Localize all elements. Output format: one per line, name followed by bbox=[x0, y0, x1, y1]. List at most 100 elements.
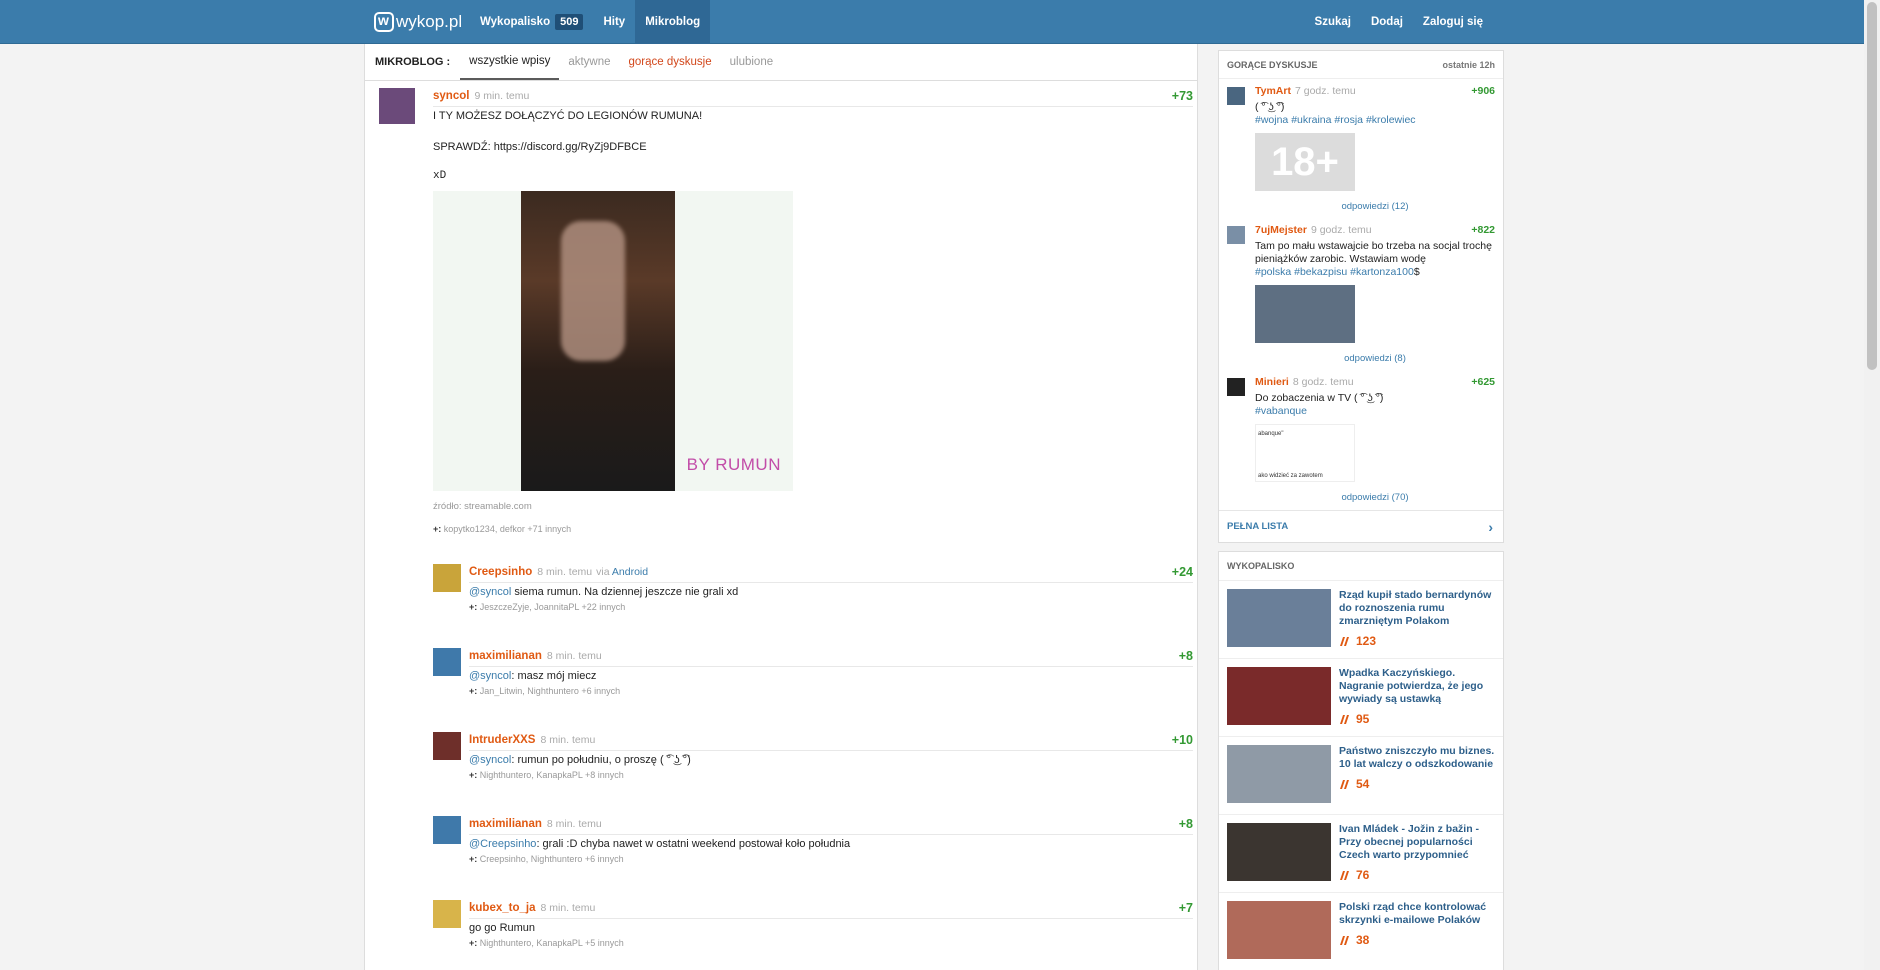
tab-favorites[interactable]: ulubione bbox=[721, 44, 782, 80]
nav-wykopalisko[interactable]: Wykopalisko 509 bbox=[470, 0, 593, 44]
tag-link[interactable]: #rosja bbox=[1334, 114, 1363, 126]
author-name[interactable]: Minieri bbox=[1255, 376, 1289, 388]
wykopalisko-item[interactable]: Państwo zniszczyło mu biznes. 10 lat wal… bbox=[1219, 736, 1503, 814]
item-title[interactable]: Polski rząd chce kontrolować skrzynki e-… bbox=[1339, 901, 1495, 927]
entry-score[interactable]: +73 bbox=[1172, 89, 1193, 103]
item-title[interactable]: Ivan Mládek - Jožin z bažin - Przy obecn… bbox=[1339, 823, 1495, 862]
comment-time[interactable]: 8 min. temu bbox=[547, 818, 602, 830]
tag-link[interactable]: #wojna bbox=[1255, 114, 1288, 126]
author-name[interactable]: maximilianan bbox=[469, 818, 542, 830]
avatar[interactable] bbox=[379, 88, 415, 124]
add-link[interactable]: Dodaj bbox=[1361, 0, 1413, 44]
voters-list[interactable]: Nighthuntero, KanapkaPL +5 innych bbox=[480, 938, 624, 948]
comment-time[interactable]: 8 min. temu bbox=[547, 650, 602, 662]
comment-score[interactable]: +24 bbox=[1172, 565, 1193, 579]
voters-list[interactable]: JeszczeZyje, JoannitaPL +22 innych bbox=[480, 602, 626, 612]
comment-score[interactable]: +8 bbox=[1179, 817, 1193, 831]
replies-link[interactable]: odpowiedzi (12) bbox=[1255, 201, 1495, 212]
author-name[interactable]: kubex_to_ja bbox=[469, 902, 535, 914]
tag-link[interactable]: #kartonza100 bbox=[1350, 266, 1414, 278]
author-name[interactable]: syncol bbox=[433, 90, 469, 102]
comment-author[interactable]: kubex_to_ja 8 min. temu bbox=[469, 902, 595, 914]
voters-list[interactable]: Jan_Litwin, Nighthuntero +6 innych bbox=[480, 686, 620, 696]
wykopalisko-item[interactable]: Polski rząd chce kontrolować skrzynki e-… bbox=[1219, 892, 1503, 970]
item-score[interactable]: +625 bbox=[1471, 376, 1495, 388]
full-list-link[interactable]: PEŁNA LISTA › bbox=[1219, 510, 1503, 542]
login-link[interactable]: Zaloguj się bbox=[1413, 0, 1493, 44]
nav-hity[interactable]: Hity bbox=[593, 0, 635, 44]
search-link[interactable]: Szukaj bbox=[1305, 0, 1361, 44]
avatar[interactable] bbox=[433, 900, 461, 928]
tag-link[interactable]: #ukraina bbox=[1291, 114, 1331, 126]
item-time[interactable]: 8 godz. temu bbox=[1293, 376, 1354, 388]
voters-list[interactable]: Creepsinho, Nighthuntero +6 innych bbox=[480, 854, 624, 864]
tab-all-entries[interactable]: wszystkie wpisy bbox=[460, 44, 560, 80]
dig-count[interactable]: 54 bbox=[1339, 777, 1495, 791]
wykopalisko-item[interactable]: Wpadka Kaczyńskiego. Nagranie potwierdza… bbox=[1219, 658, 1503, 736]
comment-score[interactable]: +10 bbox=[1172, 733, 1193, 747]
comment-time[interactable]: 8 min. temu bbox=[540, 902, 595, 914]
voters-list[interactable]: kopytko1234, defkor +71 innych bbox=[444, 524, 571, 534]
comment-author[interactable]: IntruderXXS 8 min. temu bbox=[469, 734, 595, 746]
entry-author[interactable]: syncol 9 min. temu bbox=[433, 90, 529, 102]
thumbnail[interactable] bbox=[1227, 745, 1331, 803]
dig-count[interactable]: 76 bbox=[1339, 868, 1495, 882]
item-title[interactable]: Rząd kupił stado bernardynów do roznosze… bbox=[1339, 589, 1495, 628]
mention-link[interactable]: @Creepsinho bbox=[469, 838, 536, 850]
tag-link[interactable]: #bekazpisu bbox=[1294, 266, 1347, 278]
item-title[interactable]: Państwo zniszczyło mu biznes. 10 lat wal… bbox=[1339, 745, 1495, 771]
item-title[interactable]: Wpadka Kaczyńskiego. Nagranie potwierdza… bbox=[1339, 667, 1495, 706]
thumbnail[interactable] bbox=[1255, 285, 1355, 343]
item-score[interactable]: +906 bbox=[1471, 85, 1495, 97]
avatar[interactable] bbox=[1227, 226, 1245, 244]
author-name[interactable]: Creepsinho bbox=[469, 566, 532, 578]
comment-score[interactable]: +8 bbox=[1179, 649, 1193, 663]
mention-link[interactable]: @syncol bbox=[469, 586, 511, 598]
dig-count[interactable]: 38 bbox=[1339, 933, 1495, 947]
comment-score[interactable]: +7 bbox=[1179, 901, 1193, 915]
entry-image[interactable]: BY RUMUN bbox=[433, 191, 793, 491]
comment-time[interactable]: 8 min. temu bbox=[537, 566, 592, 578]
item-time[interactable]: 7 godz. temu bbox=[1295, 85, 1356, 97]
avatar[interactable] bbox=[1227, 87, 1245, 105]
avatar[interactable] bbox=[433, 648, 461, 676]
nav-mikroblog[interactable]: Mikroblog bbox=[635, 0, 711, 44]
avatar[interactable] bbox=[433, 564, 461, 592]
tag-link[interactable]: #vabanque bbox=[1255, 405, 1307, 417]
author-name[interactable]: IntruderXXS bbox=[469, 734, 535, 746]
avatar[interactable] bbox=[1227, 378, 1245, 396]
avatar[interactable] bbox=[433, 816, 461, 844]
dig-count[interactable]: 95 bbox=[1339, 712, 1495, 726]
dig-count[interactable]: 123 bbox=[1339, 634, 1495, 648]
wykopalisko-item[interactable]: Ivan Mládek - Jožin z bažin - Przy obecn… bbox=[1219, 814, 1503, 892]
entry-time[interactable]: 9 min. temu bbox=[474, 90, 529, 102]
via-link[interactable]: Android bbox=[612, 566, 648, 578]
period-selector[interactable]: ostatnie 12h bbox=[1442, 60, 1495, 70]
item-score[interactable]: +822 bbox=[1471, 224, 1495, 236]
voters-list[interactable]: Nighthuntero, KanapkaPL +8 innych bbox=[480, 770, 624, 780]
avatar[interactable] bbox=[433, 732, 461, 760]
author-name[interactable]: TymArt bbox=[1255, 85, 1291, 97]
entry-source[interactable]: źródło: streamable.com bbox=[433, 501, 532, 512]
thumbnail[interactable] bbox=[1227, 589, 1331, 647]
thumbnail[interactable] bbox=[1227, 667, 1331, 725]
comment-author[interactable]: maximilianan 8 min. temu bbox=[469, 818, 602, 830]
wykopalisko-item[interactable]: Rząd kupił stado bernardynów do roznosze… bbox=[1219, 580, 1503, 658]
thumbnail[interactable]: abanque" ako widzieć za zawotem bbox=[1255, 424, 1355, 482]
tag-link[interactable]: #polska bbox=[1255, 266, 1291, 278]
page-scrollbar[interactable] bbox=[1864, 0, 1880, 970]
replies-link[interactable]: odpowiedzi (8) bbox=[1255, 353, 1495, 364]
thumbnail[interactable] bbox=[1227, 823, 1331, 881]
tag-link[interactable]: #krolewiec bbox=[1366, 114, 1416, 126]
author-name[interactable]: maximilianan bbox=[469, 650, 542, 662]
comment-time[interactable]: 8 min. temu bbox=[540, 734, 595, 746]
logo[interactable]: wykop.pl bbox=[374, 10, 462, 34]
comment-author[interactable]: maximilianan 8 min. temu bbox=[469, 650, 602, 662]
adult-content-placeholder[interactable]: 18+ bbox=[1255, 133, 1355, 191]
comment-author[interactable]: Creepsinho 8 min. temu via Android bbox=[469, 566, 648, 578]
tab-active[interactable]: aktywne bbox=[559, 44, 619, 80]
scrollbar-thumb[interactable] bbox=[1867, 2, 1877, 370]
replies-link[interactable]: odpowiedzi (70) bbox=[1255, 492, 1495, 503]
mention-link[interactable]: @syncol bbox=[469, 754, 511, 766]
author-name[interactable]: 7ujMejster bbox=[1255, 224, 1307, 236]
